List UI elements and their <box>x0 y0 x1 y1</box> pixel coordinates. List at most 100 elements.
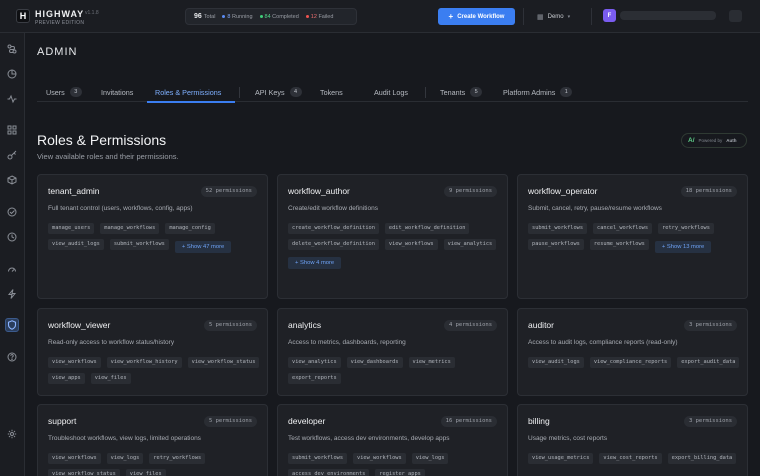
section-subtitle: View available roles and their permissio… <box>37 152 179 161</box>
role-name: analytics <box>288 320 322 330</box>
running-dot <box>222 14 226 18</box>
permission-chip: view_analytics <box>443 239 497 250</box>
tab-tenants[interactable]: Tenants 5 <box>440 84 483 102</box>
permission-chip: view_audit_logs <box>48 239 104 250</box>
activity-icon[interactable] <box>5 92 19 106</box>
permission-list: submit_workflows view_workflows view_log… <box>288 453 500 476</box>
permission-chip: view_workflow_status <box>48 469 120 476</box>
tenant-selector[interactable]: ▦ Demo ▾ <box>532 8 584 25</box>
permission-list: view_audit_logs view_compliance_reports … <box>528 357 740 368</box>
permission-chip: view_audit_logs <box>528 357 584 368</box>
permission-list: view_usage_metrics view_cost_reports exp… <box>528 453 740 464</box>
role-card-analytics: analytics 4 permissions Access to metric… <box>277 308 508 396</box>
tab-users[interactable]: Users 3 <box>46 84 82 102</box>
permission-chip: resume_workflows <box>589 239 649 250</box>
settings-icon[interactable] <box>5 427 19 441</box>
tab-count-badge: 5 <box>470 87 483 97</box>
tab-api-keys[interactable]: API Keys 4 <box>255 84 302 102</box>
permission-chip: view_workflow_status <box>187 357 260 368</box>
page-title: ADMIN <box>37 46 78 58</box>
user-menu-redacted[interactable] <box>729 10 742 22</box>
approvals-icon[interactable] <box>5 205 19 219</box>
show-more-button[interactable]: + Show 13 more <box>654 241 712 253</box>
tab-count-badge: 1 <box>560 87 573 97</box>
create-workflow-label: Create Workflow <box>457 13 505 20</box>
permission-chip: view_workflow_history <box>106 357 182 368</box>
role-description: Troubleshoot workflows, view logs, limit… <box>48 435 201 442</box>
app-logo[interactable]: H <box>16 9 30 23</box>
permission-chip: cancel_workflows <box>593 223 653 234</box>
packages-icon[interactable] <box>5 173 19 187</box>
triggers-icon[interactable] <box>5 287 19 301</box>
tab-count-badge: 3 <box>69 87 82 97</box>
create-workflow-button[interactable]: + Create Workflow <box>438 8 515 25</box>
completed-dot <box>259 14 263 18</box>
role-card-tenant-admin: tenant_admin 52 permissions Full tenant … <box>37 174 268 299</box>
tab-divider <box>239 87 240 98</box>
role-card-auditor: auditor 3 permissions Access to audit lo… <box>517 308 748 396</box>
stat-total[interactable]: 96 Total <box>194 13 215 20</box>
role-card-support: support 5 permissions Troubleshoot workf… <box>37 404 268 476</box>
auth-logo-icon: A/ <box>688 137 695 144</box>
tab-platform-admins[interactable]: Platform Admins 1 <box>503 84 573 102</box>
role-name: billing <box>528 416 550 426</box>
role-description: Full tenant control (users, workflows, c… <box>48 205 193 212</box>
user-avatar[interactable]: F <box>603 9 616 22</box>
admin-tabs: Users 3 Invitations Roles & Permissions A… <box>37 84 748 103</box>
permission-chip: view_cost_reports <box>599 453 662 464</box>
permission-count-badge: 5 permissions <box>203 320 257 331</box>
role-description: Submit, cancel, retry, pause/resume work… <box>528 205 662 212</box>
permission-chip: view_workflows <box>48 357 101 368</box>
permission-chip: submit_workflows <box>528 223 588 234</box>
permission-chip: view_workflows <box>48 453 101 464</box>
role-card-workflow-author: workflow_author 9 permissions Create/edi… <box>277 174 508 299</box>
tab-invitations[interactable]: Invitations <box>101 84 133 102</box>
permission-chip: view_workflows <box>353 453 406 464</box>
permission-count-badge: 52 permissions <box>200 186 257 197</box>
role-name: support <box>48 416 77 426</box>
show-more-button[interactable]: + Show 47 more <box>174 241 232 253</box>
tab-tokens[interactable]: Tokens <box>320 84 343 102</box>
user-name-redacted[interactable] <box>620 11 716 20</box>
sidebar <box>0 33 25 476</box>
show-more-button[interactable]: + Show 4 more <box>288 257 342 269</box>
schedules-icon[interactable] <box>5 230 19 244</box>
permission-chip: delete_workflow_definition <box>288 239 379 250</box>
workflows-icon[interactable] <box>5 42 19 56</box>
permission-chip: view_files <box>90 373 131 384</box>
permission-list: manage_users manage_workflows manage_con… <box>48 223 260 253</box>
role-description: Test workflows, access dev environments,… <box>288 435 450 442</box>
app-brand: HIGHWAY <box>35 9 85 19</box>
workflow-stats: 96 Total 8 Running 84 Completed 12 Failed <box>185 8 357 25</box>
apps-icon[interactable] <box>5 123 19 137</box>
powered-by-badge[interactable]: A/ Powered by Auth <box>681 133 747 148</box>
permission-chip: view_dashboards <box>346 357 403 368</box>
role-card-billing: billing 3 permissions Usage metrics, cos… <box>517 404 748 476</box>
permission-chip: manage_config <box>165 223 215 234</box>
admin-shield-icon[interactable] <box>5 318 19 332</box>
permission-chip: view_metrics <box>408 357 455 368</box>
keys-icon[interactable] <box>5 148 19 162</box>
divider <box>523 8 524 25</box>
role-name: tenant_admin <box>48 186 100 196</box>
permission-chip: view_logs <box>411 453 449 464</box>
permission-count-badge: 4 permissions <box>443 320 497 331</box>
stat-running[interactable]: 8 Running <box>222 14 253 20</box>
history-icon[interactable] <box>5 67 19 81</box>
tab-audit-logs[interactable]: Audit Logs <box>374 84 408 102</box>
role-name: developer <box>288 416 326 426</box>
tab-roles-permissions[interactable]: Roles & Permissions <box>155 84 221 102</box>
permission-count-badge: 5 permissions <box>203 416 257 427</box>
active-tab-indicator <box>147 101 235 103</box>
app-edition: PREVIEW EDITION <box>35 20 85 26</box>
role-description: Access to metrics, dashboards, reporting <box>288 339 406 346</box>
stat-failed[interactable]: 12 Failed <box>305 14 333 20</box>
permission-chip: view_workflows <box>384 239 438 250</box>
permission-chip: view_compliance_reports <box>589 357 672 368</box>
permission-chip: view_usage_metrics <box>528 453 594 464</box>
dashboard-icon[interactable] <box>5 262 19 276</box>
permission-count-badge: 3 permissions <box>683 320 737 331</box>
stat-completed[interactable]: 84 Completed <box>259 14 299 20</box>
help-icon[interactable] <box>5 350 19 364</box>
role-name: auditor <box>528 320 554 330</box>
